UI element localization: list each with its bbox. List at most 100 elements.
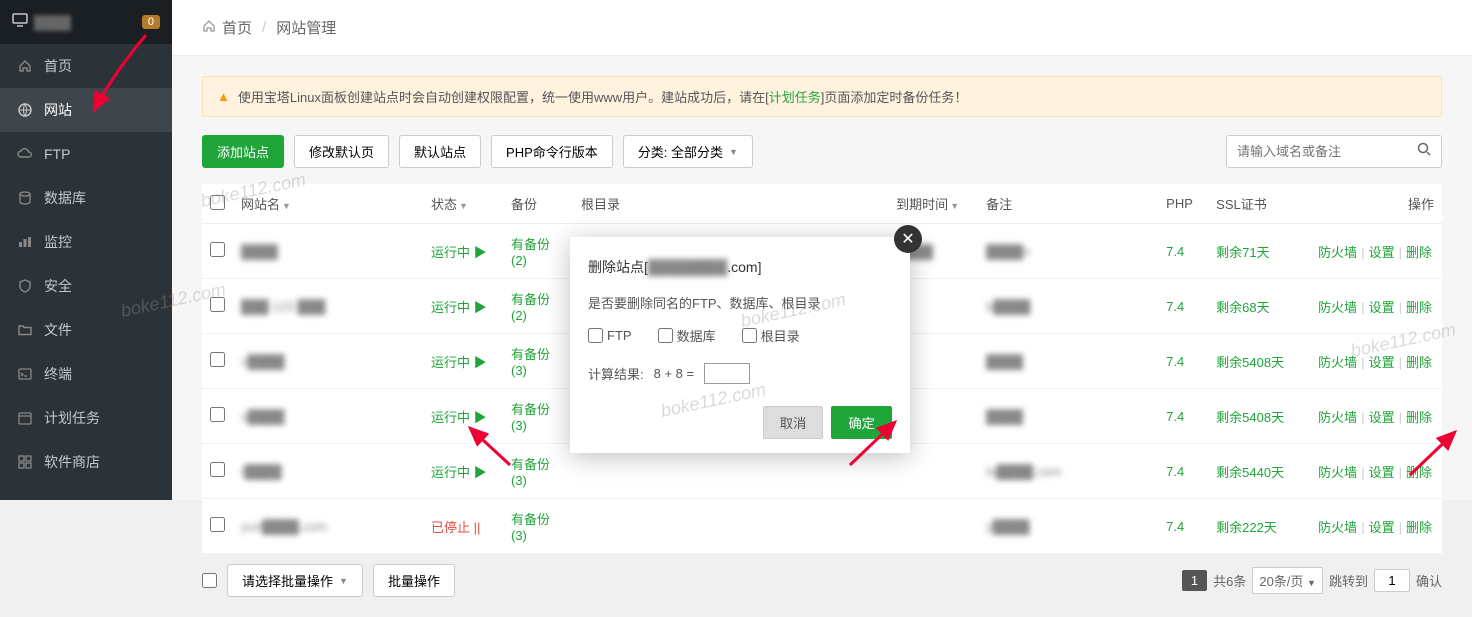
backup-link[interactable]: 有备份(3) (511, 512, 550, 543)
status-badge[interactable]: 运行中 ▶ (431, 410, 487, 425)
select-all-checkbox[interactable] (210, 195, 225, 210)
root-checkbox-label[interactable]: 根目录 (742, 326, 800, 345)
delete-link[interactable]: 删除 (1406, 410, 1432, 425)
delete-link[interactable]: 删除 (1406, 465, 1432, 480)
add-site-button[interactable]: 添加站点 (202, 135, 284, 168)
sort-icon[interactable]: ▼ (282, 201, 291, 211)
jump-page-input[interactable] (1374, 569, 1410, 592)
nav-item-folder[interactable]: 文件 (0, 308, 172, 352)
backup-link[interactable]: 有备份(2) (511, 237, 550, 268)
breadcrumb-home[interactable]: 首页 (222, 17, 252, 38)
ftp-checkbox-label[interactable]: FTP (588, 326, 632, 345)
firewall-link[interactable]: 防火墙 (1318, 300, 1357, 315)
sort-icon[interactable]: ▼ (459, 201, 468, 211)
php-cli-button[interactable]: PHP命令行版本 (491, 135, 613, 168)
firewall-link[interactable]: 防火墙 (1318, 410, 1357, 425)
monitor-icon (12, 13, 28, 32)
search-input[interactable] (1227, 138, 1407, 165)
root-checkbox[interactable] (742, 328, 757, 343)
nav-item-globe[interactable]: 网站 (0, 88, 172, 132)
nav-item-terminal[interactable]: 终端 (0, 352, 172, 396)
nav-item-cloud[interactable]: FTP (0, 132, 172, 176)
status-badge[interactable]: 运行中 ▶ (431, 355, 487, 370)
nav-item-grid[interactable]: 软件商店 (0, 440, 172, 484)
site-name[interactable]: yun████.com (241, 519, 327, 534)
modal-close-button[interactable]: ✕ (894, 225, 922, 253)
database-icon (16, 190, 34, 206)
cancel-button[interactable]: 取消 (763, 406, 824, 439)
jump-confirm[interactable]: 确认 (1416, 571, 1442, 590)
search-icon (1417, 142, 1431, 156)
row-checkbox[interactable] (210, 517, 225, 532)
nav-item-home[interactable]: 首页 (0, 44, 172, 88)
row-checkbox[interactable] (210, 352, 225, 367)
row-checkbox[interactable] (210, 407, 225, 422)
row-checkbox[interactable] (210, 242, 225, 257)
site-name[interactable]: t████ (241, 464, 281, 479)
category-select[interactable]: 分类: 全部分类 ▼ (623, 135, 753, 168)
site-name[interactable]: s████ (241, 409, 284, 424)
ssl-status[interactable]: 剩余5408天 (1216, 355, 1284, 370)
status-badge[interactable]: 运行中 ▶ (431, 300, 487, 315)
ssl-status[interactable]: 剩余222天 (1216, 520, 1277, 535)
ssl-status[interactable]: 剩余5408天 (1216, 410, 1284, 425)
backup-link[interactable]: 有备份(2) (511, 292, 550, 323)
search-button[interactable] (1407, 136, 1441, 167)
backup-link[interactable]: 有备份(3) (511, 402, 550, 433)
settings-link[interactable]: 设置 (1369, 355, 1395, 370)
site-name[interactable]: ███ 123 ███ (241, 299, 325, 314)
delete-link[interactable]: 删除 (1406, 300, 1432, 315)
status-badge[interactable]: 已停止 || (431, 520, 480, 535)
php-version[interactable]: 7.4 (1166, 244, 1184, 259)
caret-down-icon: ▼ (1307, 578, 1316, 588)
per-page-select[interactable]: 20条/页 ▼ (1252, 567, 1323, 594)
nav-item-shield[interactable]: 安全 (0, 264, 172, 308)
settings-link[interactable]: 设置 (1369, 410, 1395, 425)
settings-link[interactable]: 设置 (1369, 245, 1395, 260)
ftp-checkbox[interactable] (588, 328, 603, 343)
php-version[interactable]: 7.4 (1166, 464, 1184, 479)
ssl-status[interactable]: 剩余68天 (1216, 300, 1269, 315)
calc-input[interactable] (704, 363, 750, 384)
firewall-link[interactable]: 防火墙 (1318, 245, 1357, 260)
row-checkbox[interactable] (210, 297, 225, 312)
site-name[interactable]: ████ (241, 244, 278, 259)
backup-link[interactable]: 有备份(3) (511, 347, 550, 378)
confirm-button[interactable]: 确定 (831, 406, 892, 439)
plan-task-link[interactable]: 计划任务 (769, 90, 821, 105)
notification-badge[interactable]: 0 (142, 15, 160, 29)
delete-link[interactable]: 删除 (1406, 355, 1432, 370)
delete-link[interactable]: 删除 (1406, 245, 1432, 260)
settings-link[interactable]: 设置 (1369, 300, 1395, 315)
row-checkbox[interactable] (210, 462, 225, 477)
globe-icon (16, 102, 34, 118)
php-version[interactable]: 7.4 (1166, 354, 1184, 369)
nav-item-calendar[interactable]: 计划任务 (0, 396, 172, 440)
php-version[interactable]: 7.4 (1166, 409, 1184, 424)
php-version[interactable]: 7.4 (1166, 519, 1184, 534)
nav-item-chart[interactable]: 监控 (0, 220, 172, 264)
backup-link[interactable]: 有备份(3) (511, 457, 550, 488)
ssl-status[interactable]: 剩余71天 (1216, 245, 1269, 260)
site-name[interactable]: v████ (241, 354, 284, 369)
settings-link[interactable]: 设置 (1369, 520, 1395, 535)
modify-default-button[interactable]: 修改默认页 (294, 135, 389, 168)
ssl-status[interactable]: 剩余5440天 (1216, 465, 1284, 480)
batch-select[interactable]: 请选择批量操作 ▼ (227, 564, 363, 597)
settings-link[interactable]: 设置 (1369, 465, 1395, 480)
sort-icon[interactable]: ▼ (950, 201, 959, 211)
firewall-link[interactable]: 防火墙 (1318, 465, 1357, 480)
modal-question: 是否要删除同名的FTP、数据库、根目录 (588, 293, 892, 312)
php-version[interactable]: 7.4 (1166, 299, 1184, 314)
status-badge[interactable]: 运行中 ▶ (431, 465, 487, 480)
db-checkbox-label[interactable]: 数据库 (658, 326, 716, 345)
firewall-link[interactable]: 防火墙 (1318, 520, 1357, 535)
batch-select-checkbox[interactable] (202, 573, 217, 588)
status-badge[interactable]: 运行中 ▶ (431, 245, 487, 260)
delete-link[interactable]: 删除 (1406, 520, 1432, 535)
firewall-link[interactable]: 防火墙 (1318, 355, 1357, 370)
batch-apply-button[interactable]: 批量操作 (373, 564, 455, 597)
db-checkbox[interactable] (658, 328, 673, 343)
nav-item-database[interactable]: 数据库 (0, 176, 172, 220)
default-site-button[interactable]: 默认站点 (399, 135, 481, 168)
